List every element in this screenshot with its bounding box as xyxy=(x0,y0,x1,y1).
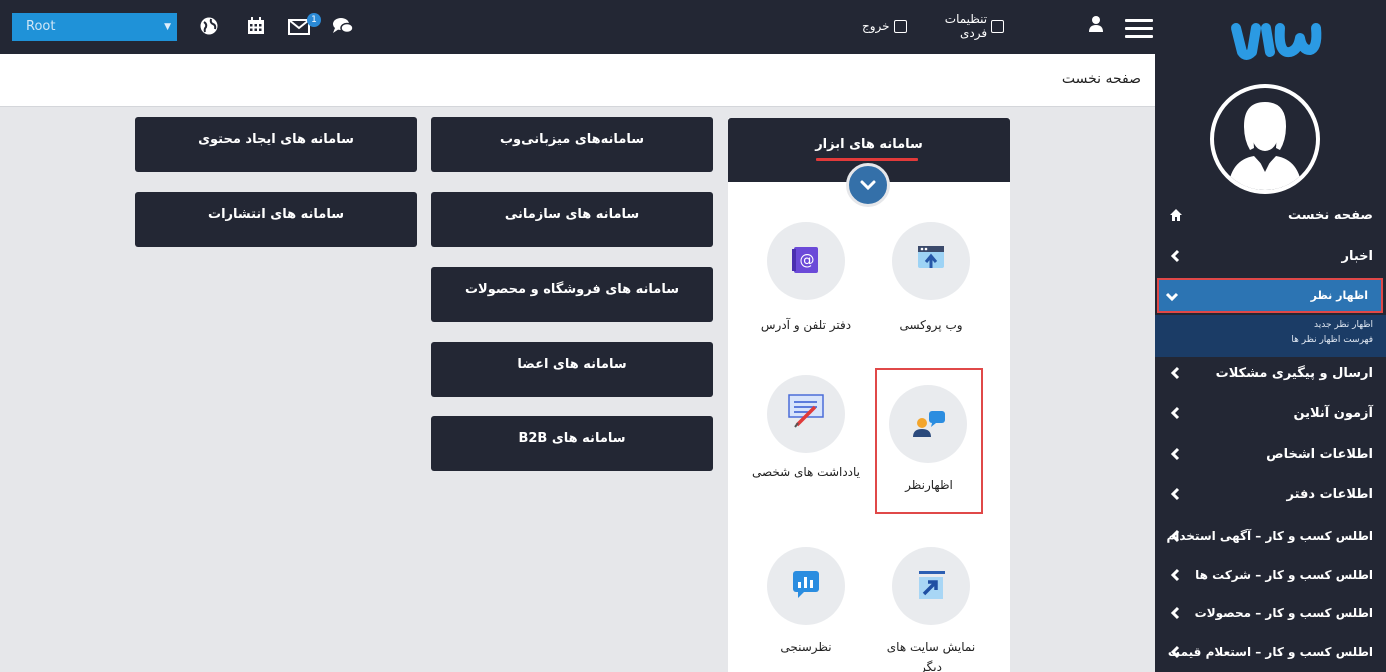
tool-label-personal-notes[interactable]: یادداشت های شخصی xyxy=(751,462,861,482)
breadcrumb: صفحه نخست xyxy=(0,54,1155,107)
logout-icon xyxy=(893,19,907,33)
chevron-left-icon xyxy=(1170,645,1180,659)
root-select[interactable]: Root ▼ xyxy=(12,13,177,41)
poll-icon[interactable] xyxy=(767,547,845,625)
chevron-left-icon xyxy=(1170,366,1180,380)
sidebar-item-atlas-jobs[interactable]: اطلس کسب و کار – آگهی استخدام xyxy=(1155,516,1386,556)
chevron-left-icon xyxy=(1170,487,1180,501)
web-proxy-icon[interactable] xyxy=(892,222,970,300)
tool-label-other-sites[interactable]: نمایش سایت های دیگر xyxy=(876,637,986,672)
submenu-feedback-list[interactable]: فهرست اظهار نظر ها xyxy=(1155,333,1373,348)
tool-label-web-proxy[interactable]: وب پروکسی xyxy=(876,315,986,335)
logo[interactable] xyxy=(1228,14,1324,64)
sidebar-item-news[interactable]: اخبار xyxy=(1155,236,1386,276)
tile-organizational-systems[interactable]: سامانه های سازمانی xyxy=(431,192,713,247)
top-bar: Root ▼ 1 تنظیمات فردی خروج xyxy=(0,0,1155,54)
logout-link[interactable]: خروج xyxy=(862,19,890,33)
sidebar-item-issues[interactable]: ارسال و پیگیری مشکلات xyxy=(1155,353,1386,393)
home-icon xyxy=(1170,209,1182,221)
chevron-left-icon xyxy=(1170,606,1180,620)
notes-icon[interactable] xyxy=(767,375,845,453)
feedback-highlight-box xyxy=(875,368,983,514)
tile-shop-systems[interactable]: سامانه های فروشگاه و محصولات xyxy=(431,267,713,322)
sidebar-item-label: ارسال و پیگیری مشکلات xyxy=(1215,365,1373,381)
tile-content-systems[interactable]: سامانه های ایجاد محتوی xyxy=(135,117,417,172)
globe-icon[interactable] xyxy=(197,14,221,38)
chevron-left-icon xyxy=(1170,447,1180,461)
sidebar-item-online-exam[interactable]: آزمون آنلاین xyxy=(1155,393,1386,433)
title-underline xyxy=(816,158,918,161)
sidebar-item-atlas-companies[interactable]: اطلس کسب و کار – شرکت ها xyxy=(1155,555,1386,595)
tile-label: سامانه های ایجاد محتوی xyxy=(198,132,354,147)
tile-publication-systems[interactable]: سامانه های انتشارات xyxy=(135,192,417,247)
sidebar-item-atlas-products[interactable]: اطلس کسب و کار – محصولات xyxy=(1155,593,1386,633)
root-select-value: Root xyxy=(26,19,56,34)
tile-label: سامانه های B2B xyxy=(518,431,626,446)
tile-member-systems[interactable]: سامانه های اعضا xyxy=(431,342,713,397)
tile-b2b-systems[interactable]: سامانه های B2B xyxy=(431,416,713,471)
svg-text:@: @ xyxy=(800,251,815,269)
sidebar-item-label: اطلاعات دفتر xyxy=(1286,486,1374,502)
sidebar-item-label: اطلس کسب و کار – شرکت ها xyxy=(1195,568,1373,582)
sidebar-item-people-info[interactable]: اطلاعات اشخاص xyxy=(1155,434,1386,474)
collapse-toggle-button[interactable] xyxy=(846,163,890,207)
chevron-left-icon xyxy=(1170,568,1180,582)
sidebar-item-office-info[interactable]: اطلاعات دفتر xyxy=(1155,474,1386,514)
chevron-down-icon xyxy=(1165,292,1179,302)
sidebar-item-label: اطلس کسب و کار – آگهی استخدام xyxy=(1166,529,1373,543)
chevron-down-icon xyxy=(860,180,876,191)
chat-icon[interactable] xyxy=(331,14,355,38)
tools-panel-title: سامانه های ابزار xyxy=(815,137,923,152)
sidebar-item-label: صفحه نخست xyxy=(1288,207,1373,223)
mail-badge: 1 xyxy=(307,13,321,27)
sidebar-item-label: اخبار xyxy=(1341,248,1374,264)
caret-down-icon: ▼ xyxy=(164,22,171,32)
submenu-new-feedback[interactable]: اظهار نظر جدید xyxy=(1155,318,1373,333)
sidebar-item-label: اطلاعات اشخاص xyxy=(1266,446,1373,462)
chevron-left-icon xyxy=(1170,406,1180,420)
tile-hosting-systems[interactable]: سامانه‌های میزبانی‌وب xyxy=(431,117,713,172)
avatar[interactable] xyxy=(1210,84,1320,194)
sidebar-item-label: اطلس کسب و کار – استعلام قیمت xyxy=(1167,645,1373,659)
hamburger-menu-icon[interactable] xyxy=(1125,19,1153,38)
sidebar-item-label: آزمون آنلاین xyxy=(1293,405,1373,421)
chevron-left-icon xyxy=(1170,249,1180,263)
sidebar-item-label: اطلس کسب و کار – محصولات xyxy=(1194,606,1373,620)
top-links: تنظیمات فردی خروج xyxy=(862,12,1004,40)
settings-icon xyxy=(991,19,1004,33)
address-book-icon[interactable]: @ xyxy=(767,222,845,300)
sidebar-item-atlas-price[interactable]: اطلس کسب و کار – استعلام قیمت xyxy=(1155,632,1386,672)
user-icon[interactable] xyxy=(1088,15,1104,37)
calendar-icon[interactable] xyxy=(244,14,268,38)
chevron-left-icon xyxy=(1170,529,1180,543)
sidebar-item-label: اظهار نظر xyxy=(1310,289,1368,302)
sidebar-item-feedback[interactable]: اظهار نظر xyxy=(1157,278,1383,313)
tool-label-address-book[interactable]: دفتر تلفن و آدرس xyxy=(751,315,861,335)
tool-label-poll[interactable]: نظرسنجی xyxy=(751,637,861,657)
settings-link[interactable]: تنظیمات فردی xyxy=(915,12,987,40)
tile-label: سامانه های فروشگاه و محصولات xyxy=(464,282,680,297)
sidebar-item-home[interactable]: صفحه نخست xyxy=(1155,195,1386,235)
feedback-submenu: اظهار نظر جدید فهرست اظهار نظر ها xyxy=(1155,315,1386,357)
tile-label: سامانه های انتشارات xyxy=(208,207,344,222)
tile-label: سامانه های سازمانی xyxy=(504,207,640,222)
tile-label: سامانه های اعضا xyxy=(517,357,627,372)
tile-label: سامانه‌های میزبانی‌وب xyxy=(499,132,645,147)
page-title: صفحه نخست xyxy=(1061,71,1141,87)
external-site-icon[interactable] xyxy=(892,547,970,625)
